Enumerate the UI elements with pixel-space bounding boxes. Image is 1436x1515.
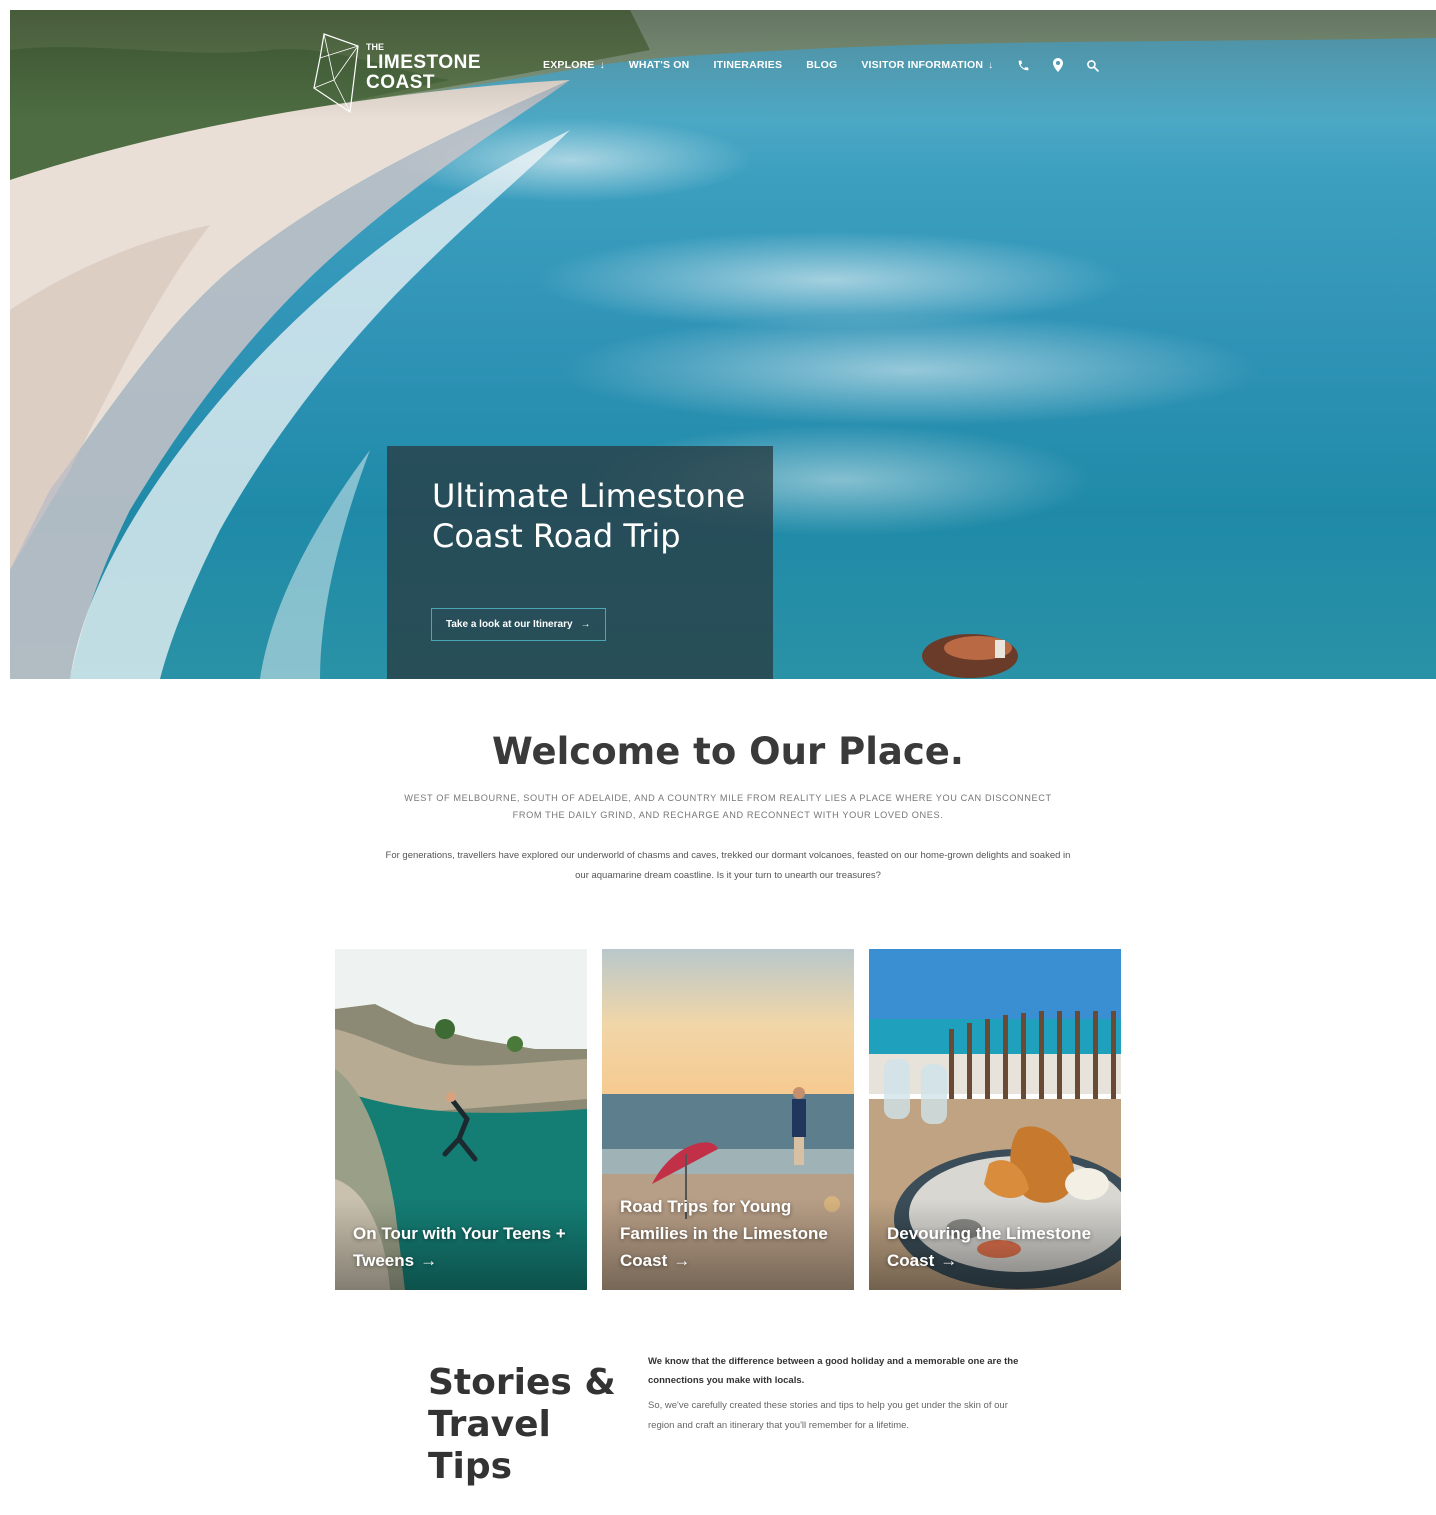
chevron-down-icon: ↓ — [988, 59, 994, 71]
map-pin-icon[interactable] — [1052, 58, 1064, 72]
phone-icon[interactable] — [1017, 59, 1030, 72]
story-card-title: On Tour with Your Teens + Tweens — [353, 1224, 566, 1270]
arrow-right-icon: → — [420, 1251, 438, 1270]
itinerary-cta-label: Take a look at our Itinerary — [446, 619, 573, 630]
nav-visitor-information-label: VISITOR INFORMATION — [861, 59, 984, 71]
welcome-heading-bold: Our Place. — [749, 730, 964, 773]
hero-title: Ultimate Limestone Coast Road Trip — [432, 477, 746, 555]
welcome-body: For generations, travellers have explore… — [385, 850, 1071, 881]
nav-whats-on[interactable]: WHAT'S ON — [629, 59, 690, 71]
nav-whats-on-label: WHAT'S ON — [628, 59, 690, 71]
nav-explore-label: EXPLORE — [543, 59, 595, 71]
nav-blog[interactable]: BLOG — [806, 59, 837, 71]
story-card-title: Devouring the Limestone Coast — [887, 1224, 1092, 1270]
stories-heading-line2: Travel Tips — [428, 1404, 551, 1487]
main-nav: EXPLORE ↓ WHAT'S ON ITINERARIES BLOG VIS… — [543, 55, 1121, 75]
logo-word-limestone: LIMESTONE — [366, 52, 481, 73]
logo-mark-icon — [313, 33, 359, 114]
story-card-label: On Tour with Your Teens + Tweens → — [353, 1220, 573, 1274]
story-card-teens[interactable]: On Tour with Your Teens + Tweens → — [335, 949, 587, 1290]
welcome-subtitle: West of Melbourne, south of Adelaide, an… — [404, 793, 1052, 820]
nav-blog-label: BLOG — [806, 59, 838, 71]
story-card-label: Road Trips for Young Families in the Lim… — [620, 1193, 840, 1274]
hero-feature-card: Ultimate Limestone Coast Road Trip Take … — [387, 446, 773, 679]
nav-explore[interactable]: EXPLORE ↓ — [543, 59, 605, 71]
itinerary-cta-button[interactable]: Take a look at our Itinerary → — [431, 608, 606, 641]
chevron-down-icon: ↓ — [599, 59, 605, 71]
logo-the: THE — [366, 42, 384, 52]
arrow-right-icon: → — [940, 1251, 958, 1270]
story-card-label: Devouring the Limestone Coast → — [887, 1220, 1107, 1274]
arrow-right-icon: → — [673, 1251, 691, 1270]
story-card-families[interactable]: Road Trips for Young Families in the Lim… — [602, 949, 854, 1290]
stories-body: So, we've carefully created these storie… — [648, 1400, 1008, 1431]
arrow-right-icon: → — [580, 619, 591, 630]
story-card-devouring[interactable]: Devouring the Limestone Coast → — [869, 949, 1121, 1290]
nav-visitor-information[interactable]: VISITOR INFORMATION ↓ — [861, 59, 993, 71]
stories-heading-amp: & — [571, 1362, 616, 1403]
stories-intro: We know that the difference between a go… — [648, 1356, 1019, 1386]
welcome-heading-light: Welcome to — [492, 730, 750, 773]
welcome-heading: Welcome to Our Place. — [0, 730, 1436, 773]
stories-heading: Stories & Travel Tips — [428, 1362, 628, 1488]
nav-itineraries-label: ITINERARIES — [713, 59, 783, 71]
hero-banner: THE LIMESTONE COAST EXPLORE ↓ WHAT'S ON … — [10, 10, 1436, 679]
story-card-title: Road Trips for Young Families in the Lim… — [620, 1197, 828, 1270]
site-logo[interactable]: THE LIMESTONE COAST — [310, 30, 490, 116]
search-icon[interactable] — [1086, 59, 1100, 72]
stories-heading-bold: Stories — [428, 1362, 572, 1403]
logo-word-coast: COAST — [366, 72, 435, 93]
nav-itineraries[interactable]: ITINERARIES — [713, 59, 782, 71]
